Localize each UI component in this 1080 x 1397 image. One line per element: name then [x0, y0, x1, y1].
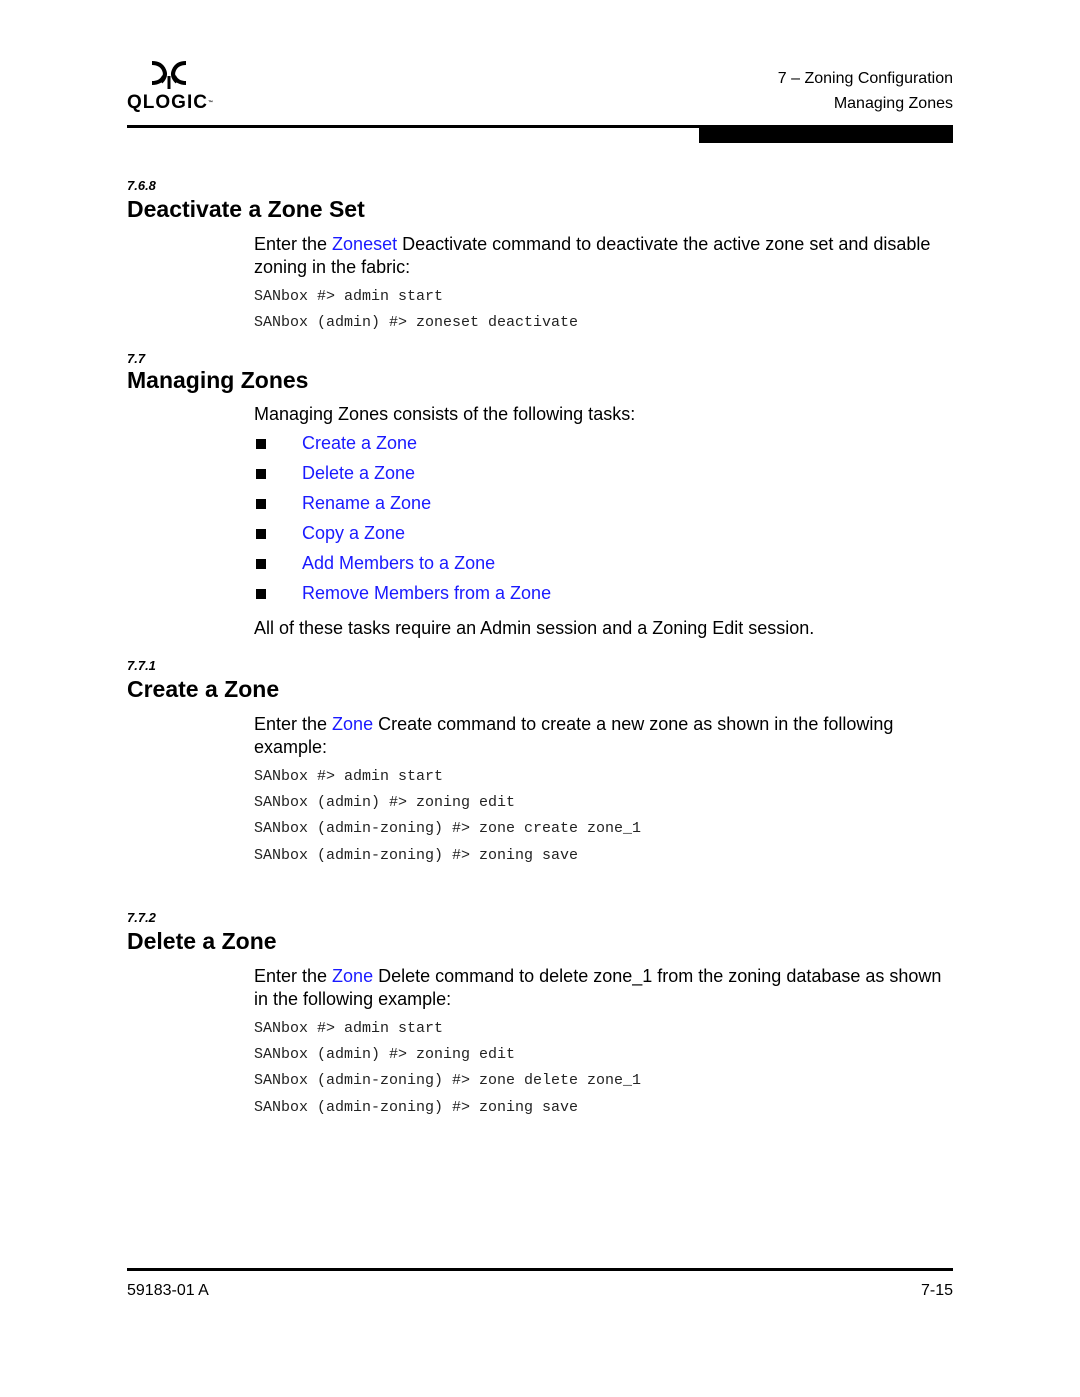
task-link[interactable]: Copy a Zone	[302, 523, 405, 544]
section-heading: Deactivate a Zone Set	[127, 196, 365, 222]
code-line: SANbox #> admin start	[254, 768, 444, 785]
bullet-icon	[256, 559, 266, 569]
section-heading: Delete a Zone	[127, 928, 277, 954]
logo-wordmark: QLOGIC™	[127, 92, 214, 113]
code-line: SANbox #> admin start	[254, 288, 444, 305]
chapter-title: 7 – Zoning Configuration	[777, 70, 953, 87]
bullet-icon	[256, 469, 266, 479]
bullet-icon	[256, 589, 266, 599]
document-number: 59183-01 A	[127, 1282, 209, 1299]
section-heading: Managing Zones	[127, 367, 309, 393]
page-number: 7-15	[920, 1282, 953, 1299]
task-link[interactable]: Rename a Zone	[302, 493, 431, 514]
section-heading: Create a Zone	[127, 676, 280, 702]
bullet-icon	[256, 439, 266, 449]
bullet-icon	[256, 499, 266, 509]
code-line: SANbox (admin) #> zoning edit	[254, 1046, 516, 1063]
section-title: Managing Zones	[833, 95, 953, 112]
code-line: SANbox (admin-zoning) #> zone delete zon…	[254, 1072, 642, 1089]
section-number: 7.7	[127, 351, 146, 366]
code-line: SANbox (admin) #> zoning edit	[254, 794, 516, 811]
code-line: SANbox #> admin start	[254, 1020, 444, 1037]
paragraph: Enter the Zone Create command to create …	[254, 714, 894, 757]
task-link[interactable]: Delete a Zone	[302, 463, 415, 484]
paragraph: All of these tasks require an Admin sess…	[254, 618, 815, 638]
paragraph: Enter the Zone Delete command to delete …	[254, 966, 942, 1009]
paragraph: Managing Zones consists of the following…	[254, 404, 636, 424]
footer-rule	[127, 1268, 953, 1271]
code-line: SANbox (admin-zoning) #> zone create zon…	[254, 820, 642, 837]
qlogic-logo: QLOGIC™	[127, 60, 217, 116]
task-link[interactable]: Remove Members from a Zone	[302, 583, 551, 604]
running-header: 7 – Zoning Configuration Managing Zones	[778, 66, 953, 116]
zone-link[interactable]: Zone	[332, 714, 373, 734]
header-rule-block	[699, 125, 953, 143]
code-line: SANbox (admin-zoning) #> zoning save	[254, 1099, 579, 1116]
task-link[interactable]: Add Members to a Zone	[302, 553, 495, 574]
code-line: SANbox (admin) #> zoneset deactivate	[254, 314, 579, 331]
paragraph: Enter the Zoneset Deactivate command to …	[254, 234, 931, 277]
qlogic-logo-icon	[151, 61, 187, 89]
section-number: 7.6.8	[127, 178, 156, 193]
code-line: SANbox (admin-zoning) #> zoning save	[254, 847, 579, 864]
task-link[interactable]: Create a Zone	[302, 433, 417, 454]
bullet-icon	[256, 529, 266, 539]
zoneset-link[interactable]: Zoneset	[332, 234, 397, 254]
section-number: 7.7.1	[127, 658, 156, 673]
zone-link[interactable]: Zone	[332, 966, 373, 986]
section-number: 7.7.2	[127, 910, 156, 925]
